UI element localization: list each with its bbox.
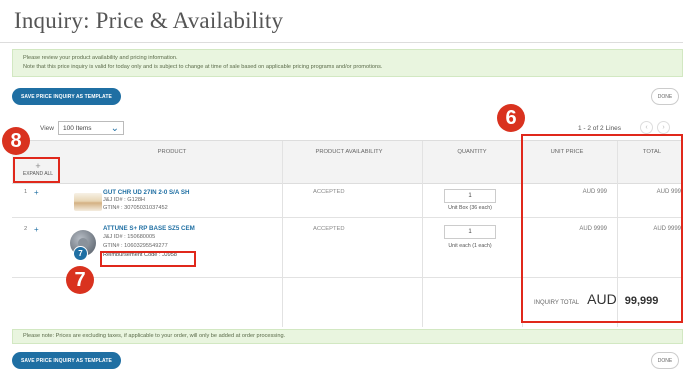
callout-badge-8: 8 bbox=[2, 127, 30, 155]
chevron-right-icon[interactable]: › bbox=[657, 121, 670, 134]
highlight-expand-all bbox=[13, 157, 60, 183]
reimbursement-badge: 7 bbox=[73, 246, 88, 261]
quantity-input[interactable]: 1 bbox=[444, 189, 496, 203]
col-product: PRODUCT bbox=[157, 149, 187, 155]
product-name[interactable]: GUT CHR UD 27IN 2-0 S/A SH bbox=[103, 189, 189, 196]
per-page-prefix: View bbox=[40, 124, 54, 132]
per-page-control: View 100 Items ⌄ bbox=[40, 121, 124, 135]
info-banner: Please review your product availability … bbox=[12, 49, 683, 77]
callout-badge-7: 7 bbox=[66, 266, 94, 294]
chevron-left-icon[interactable]: ‹ bbox=[640, 121, 653, 134]
col-quantity: QUANTITY bbox=[457, 149, 487, 155]
expand-row-icon[interactable]: + bbox=[34, 226, 39, 234]
per-page-select[interactable]: 100 Items ⌄ bbox=[57, 121, 124, 135]
highlight-pricing-columns bbox=[521, 134, 683, 323]
product-jj-id: J&J ID# : 150680005 bbox=[103, 234, 156, 240]
availability-status: ACCEPTED bbox=[313, 226, 345, 232]
chevron-down-icon: ⌄ bbox=[110, 122, 119, 134]
info-line-2: Note that this price inquiry is valid fo… bbox=[23, 64, 383, 70]
col-availability: PRODUCT AVAILABILITY bbox=[315, 149, 383, 155]
row-number: 1 bbox=[24, 189, 28, 195]
unit-of-measure: Unit each (1 each) bbox=[448, 243, 492, 249]
availability-status: ACCEPTED bbox=[313, 189, 345, 195]
save-template-button-top[interactable]: SAVE PRICE INQUIRY AS TEMPLATE bbox=[12, 88, 121, 105]
highlight-reimbursement-code bbox=[100, 251, 196, 267]
product-gtin: GTIN# : 10603295549277 bbox=[103, 243, 168, 249]
info-line-1: Please review your product availability … bbox=[23, 55, 178, 61]
callout-badge-6: 6 bbox=[497, 104, 525, 132]
quantity-input[interactable]: 1 bbox=[444, 225, 496, 239]
pager-text: 1 - 2 of 2 Lines bbox=[578, 125, 621, 132]
tax-note-banner: Please note: Prices are excluding taxes,… bbox=[12, 329, 683, 344]
product-thumbnail bbox=[74, 193, 102, 211]
row-number: 2 bbox=[24, 226, 28, 232]
page-title: Inquiry: Price & Availability bbox=[14, 8, 284, 33]
expand-row-icon[interactable]: + bbox=[34, 189, 39, 197]
product-name[interactable]: ATTUNE S+ RP BASE SZ5 CEM bbox=[103, 225, 195, 232]
title-divider bbox=[0, 42, 683, 43]
product-jj-id: J&J ID# : G128H bbox=[103, 197, 145, 203]
per-page-value: 100 Items bbox=[62, 124, 92, 132]
done-button-top[interactable]: DONE bbox=[651, 88, 679, 105]
unit-of-measure: Unit Box (36 each) bbox=[448, 205, 492, 211]
product-gtin: GTIN# : 30705031037452 bbox=[103, 205, 168, 211]
done-button-bottom[interactable]: DONE bbox=[651, 352, 679, 369]
save-template-button-bottom[interactable]: SAVE PRICE INQUIRY AS TEMPLATE bbox=[12, 352, 121, 369]
